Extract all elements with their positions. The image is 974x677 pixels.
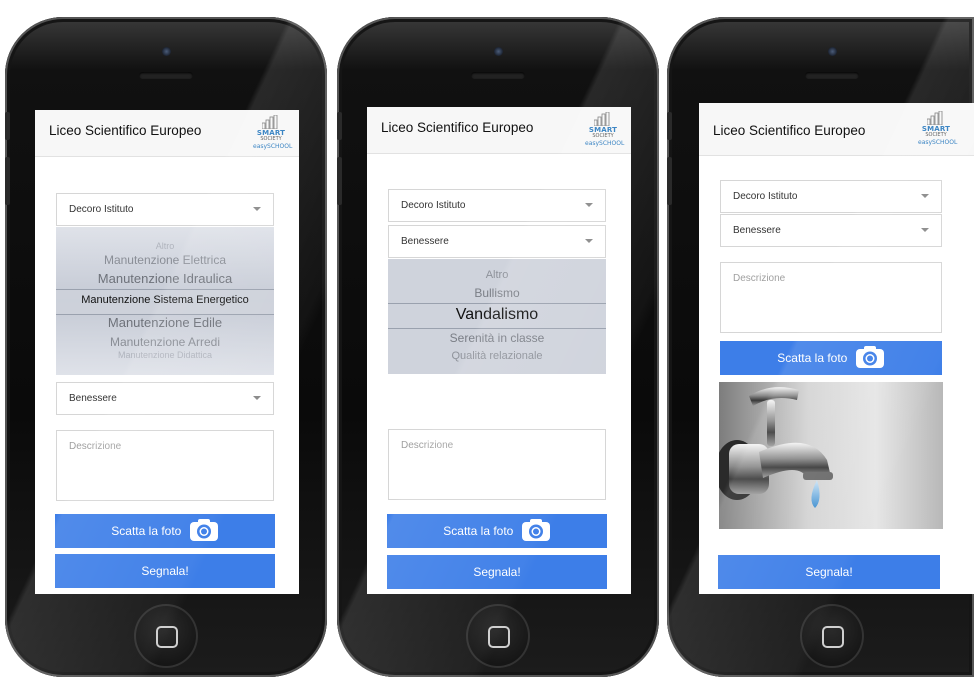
picker-option[interactable]: Serenità in classe — [388, 331, 606, 345]
picker-option-selected[interactable]: Manutenzione Sistema Energetico — [56, 294, 274, 306]
logo-icon: SMART SOCIETY easySCHOOL — [918, 111, 957, 149]
phone-frame-3: Liceo Scientifico Europeo SMART SOCIETY … — [667, 17, 974, 677]
school-title: Liceo Scientifico Europeo — [381, 120, 534, 135]
phone-frame-1: Liceo Scientifico Europeo SMART SOCIETY … — [5, 17, 327, 677]
subcategory-select-value: Benessere — [401, 236, 449, 247]
description-input[interactable]: Descrizione — [720, 262, 942, 333]
category-select-value: Decoro Istituto — [69, 204, 134, 215]
school-title: Liceo Scientifico Europeo — [713, 123, 866, 138]
chevron-down-icon — [921, 228, 929, 232]
picker-option[interactable]: Manutenzione Arredi — [56, 335, 274, 349]
category-picker[interactable]: Altro Manutenzione Elettrica Manutenzion… — [56, 227, 274, 375]
camera-icon — [521, 519, 550, 542]
phone-frame-2: Liceo Scientifico Europeo SMART SOCIETY … — [337, 17, 659, 677]
photo-preview — [719, 382, 943, 529]
submit-report-button[interactable]: Segnala! — [387, 555, 607, 589]
subcategory-select[interactable]: Benessere — [56, 382, 274, 415]
subcategory-select-value: Benessere — [69, 393, 117, 404]
take-photo-label: Scatta la foto — [443, 524, 514, 538]
speaker-icon — [139, 72, 193, 79]
app-header: Liceo Scientifico Europeo SMART SOCIETY … — [35, 110, 299, 157]
home-button-icon — [466, 604, 530, 668]
category-select-value: Decoro Istituto — [733, 191, 798, 202]
picker-option[interactable]: Manutenzione Idraulica — [56, 271, 274, 286]
description-input[interactable]: Descrizione — [388, 429, 606, 500]
submit-report-button[interactable]: Segnala! — [55, 554, 275, 588]
home-button-icon — [800, 604, 864, 668]
home-button-icon — [134, 604, 198, 668]
chevron-down-icon — [921, 194, 929, 198]
chevron-down-icon — [253, 207, 261, 211]
description-placeholder: Descrizione — [69, 441, 122, 452]
picker-option[interactable]: Altro — [56, 241, 274, 251]
chevron-down-icon — [253, 396, 261, 400]
subcategory-select-value: Benessere — [733, 225, 781, 236]
subcategory-picker[interactable]: Altro Bullismo Vandalismo Serenità in cl… — [388, 259, 606, 374]
take-photo-label: Scatta la foto — [777, 351, 848, 365]
take-photo-label: Scatta la foto — [111, 524, 182, 538]
speaker-icon — [805, 72, 859, 79]
camera-icon — [189, 519, 218, 542]
app-header: Liceo Scientifico Europeo SMART SOCIETY … — [367, 107, 631, 154]
take-photo-button[interactable]: Scatta la foto — [387, 514, 607, 548]
take-photo-button[interactable]: Scatta la foto — [720, 341, 942, 375]
category-select[interactable]: Decoro Istituto — [720, 180, 942, 213]
category-select[interactable]: Decoro Istituto — [388, 189, 606, 222]
screen-1: Liceo Scientifico Europeo SMART SOCIETY … — [35, 110, 299, 594]
front-camera-icon — [828, 47, 837, 56]
school-title: Liceo Scientifico Europeo — [49, 123, 202, 138]
chevron-down-icon — [585, 203, 593, 207]
take-photo-button[interactable]: Scatta la foto — [55, 514, 275, 548]
subcategory-select[interactable]: Benessere — [720, 214, 942, 247]
screen-2: Liceo Scientifico Europeo SMART SOCIETY … — [367, 107, 631, 594]
logo-icon: SMART SOCIETY easySCHOOL — [585, 112, 624, 150]
picker-option[interactable]: Altro — [388, 269, 606, 281]
screen-3: Liceo Scientifico Europeo SMART SOCIETY … — [699, 103, 974, 594]
category-select[interactable]: Decoro Istituto — [56, 193, 274, 226]
submit-report-button[interactable]: Segnala! — [718, 555, 940, 589]
chevron-down-icon — [585, 239, 593, 243]
logo-icon: SMART SOCIETY easySCHOOL — [253, 115, 292, 153]
picker-option[interactable]: Manutenzione Elettrica — [56, 253, 274, 267]
picker-option[interactable]: Manutenzione Didattica — [56, 350, 274, 360]
camera-icon — [855, 346, 884, 369]
app-header: Liceo Scientifico Europeo SMART SOCIETY … — [699, 103, 974, 156]
picker-option[interactable]: Manutenzione Edile — [56, 315, 274, 330]
speaker-icon — [471, 72, 525, 79]
front-camera-icon — [494, 47, 503, 56]
front-camera-icon — [162, 47, 171, 56]
picker-option[interactable]: Bullismo — [388, 286, 606, 300]
category-select-value: Decoro Istituto — [401, 200, 466, 211]
subcategory-select[interactable]: Benessere — [388, 225, 606, 258]
description-placeholder: Descrizione — [401, 440, 454, 451]
description-input[interactable]: Descrizione — [56, 430, 274, 501]
description-placeholder: Descrizione — [733, 273, 786, 284]
picker-option-selected[interactable]: Vandalismo — [388, 306, 606, 324]
picker-option[interactable]: Qualità relazionale — [388, 350, 606, 362]
